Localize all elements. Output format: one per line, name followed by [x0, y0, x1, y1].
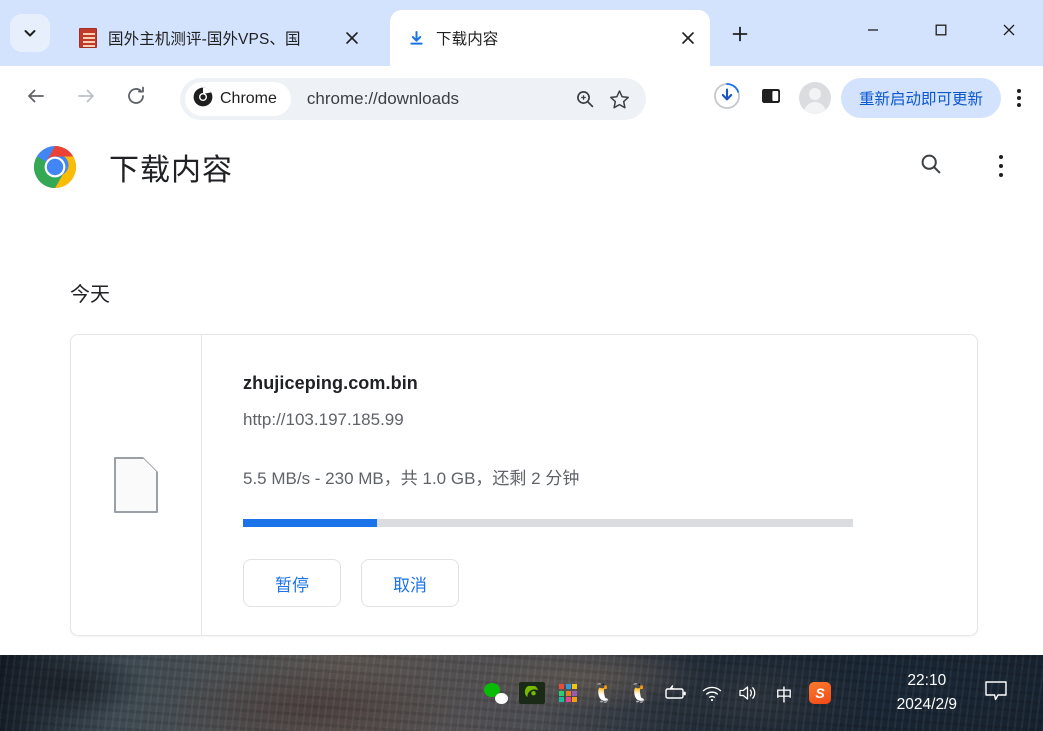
- update-button-label: 重新启动即可更新: [858, 91, 983, 108]
- downloads-page: zhujiceping.com 下载内容: [0, 130, 1043, 655]
- maximize-button[interactable]: [907, 0, 975, 60]
- forward-arrow-icon: [75, 85, 97, 112]
- windows-taskbar: 🐧 🐧 中 S 22:10 2024/2/9: [0, 655, 1043, 731]
- zoom-search-icon[interactable]: [568, 82, 602, 116]
- qq-icon-2[interactable]: 🐧: [622, 655, 658, 731]
- sogou-input-icon[interactable]: S: [802, 655, 838, 731]
- downloads-menu-button[interactable]: [979, 144, 1023, 188]
- toolbar-right-actions: 重新启动即可更新: [705, 66, 1043, 130]
- tab-strip: 国外主机测评-国外VPS、国 下载内容: [0, 0, 1043, 66]
- cancel-button[interactable]: 取消: [361, 559, 459, 607]
- window-controls: [839, 0, 1043, 66]
- restart-to-update-button[interactable]: 重新启动即可更新: [840, 78, 1001, 118]
- download-action-buttons: 暂停 取消: [243, 559, 977, 607]
- volume-icon[interactable]: [730, 655, 766, 731]
- wifi-icon[interactable]: [694, 655, 730, 731]
- side-panel-icon: [760, 85, 782, 112]
- taskbar-clock[interactable]: 22:10 2024/2/9: [897, 655, 957, 731]
- browser-toolbar: Chrome chrome://downloads 重新启动即可更新: [0, 66, 1043, 130]
- download-source-url[interactable]: http://103.197.185.99: [243, 410, 977, 430]
- chevron-down-icon: [22, 25, 38, 41]
- download-icon: [406, 28, 426, 48]
- notification-icon: [983, 680, 1009, 707]
- three-dot-menu-icon: [1017, 87, 1021, 109]
- downloads-page-header: 下载内容: [0, 130, 1043, 204]
- chrome-logo-small-icon: [193, 87, 213, 112]
- search-icon: [919, 152, 943, 181]
- taskbar-tray: 🐧 🐧 中 S: [478, 655, 838, 731]
- tab-title: 下载内容: [436, 31, 499, 48]
- qq-icon[interactable]: 🐧: [586, 655, 622, 731]
- generic-file-icon: [114, 457, 158, 513]
- reload-button[interactable]: [116, 78, 156, 118]
- close-button[interactable]: [975, 0, 1043, 60]
- ime-chinese-icon[interactable]: 中: [766, 655, 802, 731]
- clock-time: 22:10: [907, 671, 947, 689]
- ime-label: 中: [775, 685, 793, 705]
- profile-button[interactable]: [793, 76, 837, 120]
- download-status-text: 5.5 MB/s - 230 MB，共 1.0 GB，还剩 2 分钟: [243, 469, 580, 488]
- nvidia-icon[interactable]: [514, 655, 550, 731]
- notification-center-button[interactable]: [967, 655, 1025, 731]
- tab-downloads[interactable]: 下载内容: [390, 10, 710, 66]
- sogou-label: S: [809, 682, 831, 704]
- wechat-icon[interactable]: [478, 655, 514, 731]
- tab-title: 国外主机测评-国外VPS、国: [108, 31, 301, 48]
- download-progress-fill: [243, 519, 378, 527]
- plus-icon: [731, 25, 749, 48]
- download-item-details: zhujiceping.com.bin http://103.197.185.9…: [202, 335, 977, 635]
- colorful-grid-icon[interactable]: [550, 655, 586, 731]
- section-label-today: 今天: [70, 284, 110, 306]
- red-site-icon: [78, 28, 98, 48]
- browser-window: 国外主机测评-国外VPS、国 下载内容 Chrome chrome://down…: [0, 0, 1043, 731]
- address-bar-url[interactable]: chrome://downloads: [307, 89, 568, 109]
- tab-site[interactable]: 国外主机测评-国外VPS、国: [62, 10, 374, 66]
- new-tab-button[interactable]: [722, 18, 758, 54]
- side-panel-button[interactable]: [749, 76, 793, 120]
- browser-menu-button[interactable]: [1001, 76, 1037, 120]
- address-bar[interactable]: Chrome chrome://downloads: [180, 78, 646, 120]
- tab-search-button[interactable]: [10, 14, 50, 52]
- pause-button[interactable]: 暂停: [243, 559, 341, 607]
- chrome-chip-label: Chrome: [220, 90, 277, 107]
- back-button[interactable]: [16, 78, 56, 118]
- profile-avatar: [798, 82, 831, 114]
- download-item-card: zhujiceping.com.bin http://103.197.185.9…: [70, 334, 978, 636]
- minimize-button[interactable]: [839, 0, 907, 60]
- back-arrow-icon: [25, 85, 47, 112]
- chrome-logo: [33, 145, 77, 189]
- download-progress-icon: [713, 82, 741, 115]
- download-file-name: zhujiceping.com.bin: [243, 373, 418, 393]
- chrome-chip: Chrome: [185, 82, 291, 116]
- downloads-header-actions: [909, 144, 1023, 188]
- battery-charging-icon[interactable]: [658, 655, 694, 731]
- search-downloads-button[interactable]: [909, 144, 953, 188]
- tab-close-button[interactable]: [674, 24, 702, 52]
- tab-close-button[interactable]: [338, 24, 366, 52]
- download-file-icon-column: [71, 335, 202, 635]
- reload-icon: [125, 85, 147, 112]
- bookmark-star-icon[interactable]: [602, 82, 636, 116]
- forward-button[interactable]: [66, 78, 106, 118]
- downloads-button[interactable]: [705, 76, 749, 120]
- clock-date: 2024/2/9: [896, 696, 957, 713]
- three-dot-menu-icon: [998, 153, 1004, 180]
- page-title: 下载内容: [109, 154, 233, 187]
- download-progress-bar: [243, 519, 853, 527]
